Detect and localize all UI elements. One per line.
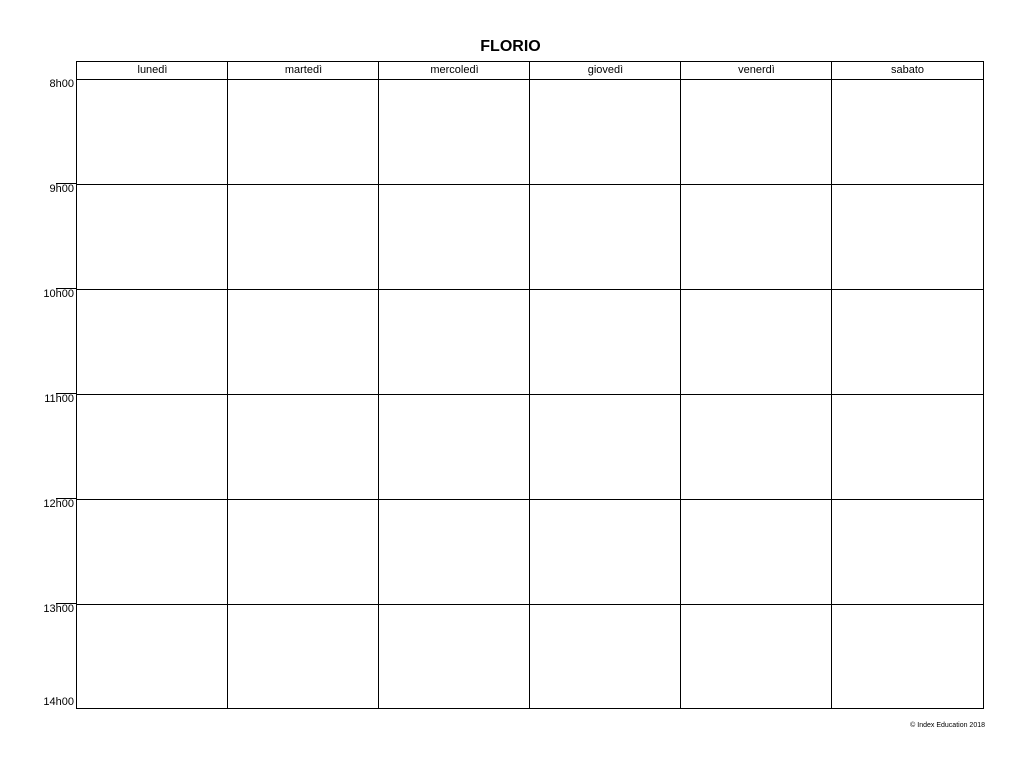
timetable-cell[interactable] xyxy=(530,185,680,289)
timetable-cell[interactable] xyxy=(228,395,378,499)
timetable-cell[interactable] xyxy=(77,185,227,289)
hour-tick xyxy=(56,498,76,499)
hour-tick xyxy=(56,183,76,184)
hour-label: 11h00 xyxy=(44,393,74,405)
hour-label: 14h00 xyxy=(43,696,74,708)
timetable-cell[interactable] xyxy=(832,395,982,499)
day-header-1: martedì xyxy=(284,64,323,76)
timetable-title: FLORIO xyxy=(480,38,541,55)
hour-tick xyxy=(56,288,76,289)
timetable-cell[interactable] xyxy=(681,290,831,394)
timetable-cell[interactable] xyxy=(379,185,529,289)
timetable-cell[interactable] xyxy=(379,500,529,604)
timetable-cell[interactable] xyxy=(832,80,982,184)
timetable-cell[interactable] xyxy=(228,80,378,184)
hour-label: 12h00 xyxy=(43,498,74,510)
timetable-grid: lunedì martedì mercoledì giovedì venerdì saba… xyxy=(76,61,984,709)
timetable-cell[interactable] xyxy=(379,80,529,184)
timetable-cell[interactable] xyxy=(379,605,529,709)
timetable-cell[interactable] xyxy=(228,605,378,709)
timetable-cell[interactable] xyxy=(832,500,982,604)
timetable-cell[interactable] xyxy=(530,500,680,604)
timetable-cell[interactable] xyxy=(832,185,982,289)
day-header-4: venerdì xyxy=(738,64,775,76)
timetable-cell[interactable] xyxy=(530,80,680,184)
timetable-cell[interactable] xyxy=(77,605,227,709)
hour-label: 10h00 xyxy=(43,288,74,300)
timetable-cell[interactable] xyxy=(681,80,831,184)
day-header-2: mercoledì xyxy=(430,64,479,76)
timetable-cell[interactable] xyxy=(77,500,227,604)
hour-tick xyxy=(56,393,76,394)
timetable-cell[interactable] xyxy=(228,290,378,394)
day-header-5: sabato xyxy=(890,64,925,76)
timetable-cell[interactable] xyxy=(379,395,529,499)
hour-label: 9h00 xyxy=(49,183,74,195)
timetable-cell[interactable] xyxy=(681,185,831,289)
timetable-cell[interactable] xyxy=(832,290,982,394)
hour-tick xyxy=(56,603,76,604)
timetable-cell[interactable] xyxy=(681,605,831,709)
timetable-cell[interactable] xyxy=(530,395,680,499)
copyright-notice: © Index Education 2018 xyxy=(910,722,985,729)
day-header-0: lunedì xyxy=(137,64,168,76)
timetable-cell[interactable] xyxy=(77,290,227,394)
timetable-cell[interactable] xyxy=(228,185,378,289)
timetable-cell[interactable] xyxy=(77,395,227,499)
timetable-cell[interactable] xyxy=(530,290,680,394)
timetable-cell[interactable] xyxy=(77,80,227,184)
hour-label: 8h00 xyxy=(49,78,74,90)
day-header-3: giovedì xyxy=(587,64,624,76)
hour-label: 13h00 xyxy=(43,603,74,615)
timetable-cell[interactable] xyxy=(832,605,982,709)
timetable-cell[interactable] xyxy=(681,395,831,499)
timetable-cell[interactable] xyxy=(681,500,831,604)
timetable-cell[interactable] xyxy=(530,605,680,709)
timetable-cell[interactable] xyxy=(228,500,378,604)
timetable-cell[interactable] xyxy=(379,290,529,394)
